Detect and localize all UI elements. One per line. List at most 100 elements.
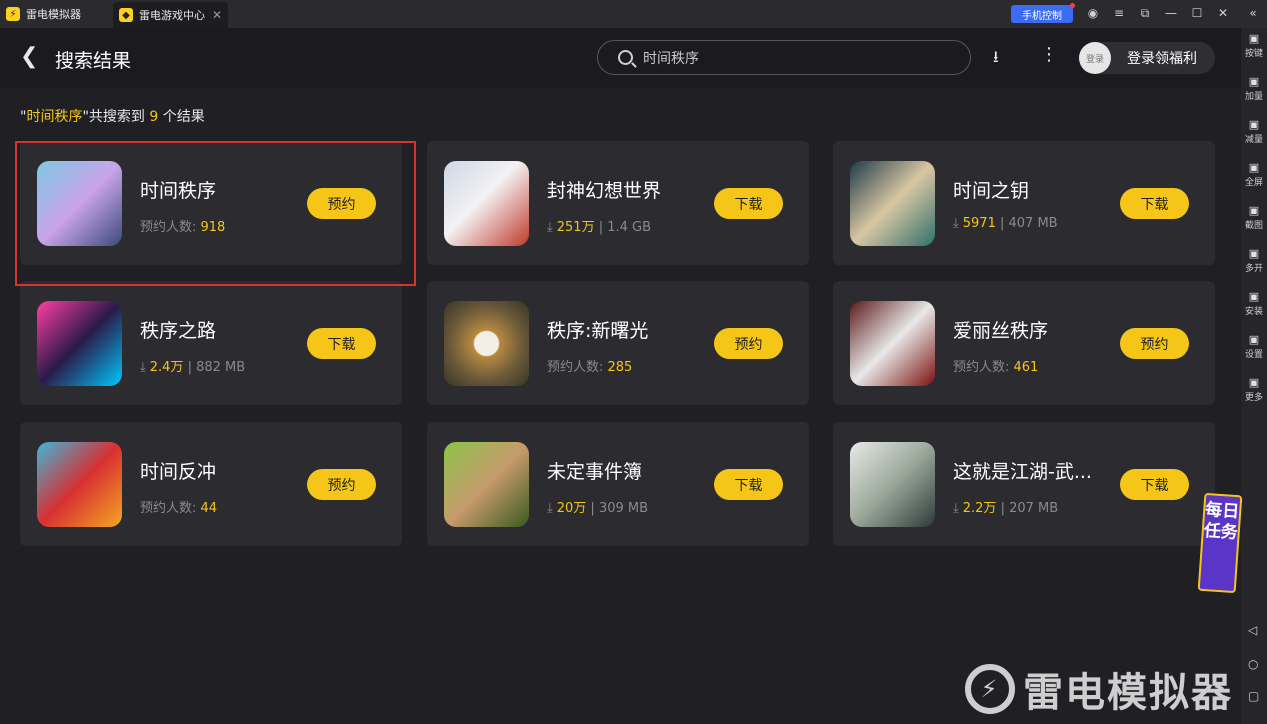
login-button[interactable]: 登录 登录领福利: [1079, 42, 1215, 74]
file-size: 1.4 GB: [607, 220, 652, 235]
file-size: 309 MB: [598, 501, 649, 516]
game-name: 时间之钥: [953, 180, 1030, 202]
file-size: 407 MB: [1008, 216, 1058, 231]
tab-emulator[interactable]: ⚡ 雷电模拟器: [0, 0, 113, 28]
count-value: 285: [607, 360, 633, 375]
search-value: 时间秩序: [643, 50, 699, 67]
game-name: 爱丽丝秩序: [953, 320, 1049, 342]
game-meta: 预约人数: 285: [547, 356, 632, 375]
game-meta: ⤓ 2.2万 | 207 MB: [953, 497, 1058, 516]
tab-game-center[interactable]: ◆ 雷电游戏中心 ✕: [113, 2, 228, 28]
game-card[interactable]: 未定事件簿 ⤓ 20万 | 309 MB 下载: [427, 422, 809, 546]
game-card[interactable]: 秩序之路 ⤓ 2.4万 | 882 MB 下载: [20, 281, 402, 405]
sidebar-label: 安装: [1244, 307, 1263, 317]
install-icon: ▣: [1248, 290, 1260, 303]
game-card[interactable]: 秩序:新曙光 预约人数: 285 预约: [427, 281, 809, 405]
game-icon[interactable]: [850, 442, 935, 527]
sidebar-label: 减量: [1244, 135, 1263, 145]
tab-label: 雷电游戏中心: [139, 9, 205, 22]
game-icon[interactable]: [444, 301, 529, 386]
sidebar-label: 设置: [1244, 350, 1263, 360]
more-icon[interactable]: ⋮: [1040, 44, 1058, 65]
sidebar-item[interactable]: ▣ 截图: [1241, 204, 1267, 231]
sidebar-item[interactable]: ▣ 设置: [1241, 333, 1267, 360]
game-name: 秩序之路: [140, 320, 217, 342]
collapse-sidebar-icon[interactable]: «: [1245, 6, 1261, 20]
separator: |: [594, 220, 608, 235]
back-icon[interactable]: ❮: [20, 46, 38, 68]
reservation-label: 预约人数:: [547, 360, 608, 375]
selection-highlight: [15, 141, 416, 286]
game-meta: 预约人数: 461: [953, 356, 1038, 375]
result-count: "时间秩序"共搜索到 9 个结果: [20, 109, 205, 125]
game-icon[interactable]: [37, 442, 122, 527]
download-count-icon: ⤓: [953, 216, 959, 231]
game-name: 封神幻想世界: [547, 180, 662, 202]
download-button[interactable]: 下载: [1120, 469, 1189, 500]
search-icon: [618, 50, 633, 65]
game-card[interactable]: 爱丽丝秩序预约人数: 461 预约: [833, 281, 1215, 405]
avatar: 登录: [1079, 42, 1111, 74]
sidebar-item[interactable]: ▣ 全屏: [1241, 161, 1267, 188]
user-icon[interactable]: ◉: [1085, 6, 1101, 20]
game-meta: ⤓ 2.4万 | 882 MB: [140, 356, 245, 375]
reserve-button[interactable]: 预约: [714, 328, 783, 359]
download-button[interactable]: 下载: [307, 328, 376, 359]
reserve-button[interactable]: 预约: [1120, 328, 1189, 359]
sidebar-item[interactable]: ▣ 加量: [1241, 75, 1267, 102]
sidebar-item[interactable]: ▣ 更多: [1241, 376, 1267, 403]
gamepad-icon: ◆: [119, 8, 133, 22]
nav-recent-icon[interactable]: ▢: [1248, 689, 1259, 703]
download-button[interactable]: 下载: [1120, 188, 1189, 219]
game-icon[interactable]: [444, 161, 529, 246]
notification-dot: [1070, 3, 1075, 8]
count-value: 2.2万: [962, 501, 997, 516]
tab-label: 雷电模拟器: [26, 8, 81, 21]
sidebar-item[interactable]: ▣ 按键: [1241, 32, 1267, 59]
minimize-icon[interactable]: —: [1163, 6, 1179, 20]
game-meta: 预约人数: 44: [140, 497, 217, 516]
sidebar-label: 更多: [1244, 393, 1263, 403]
download-button[interactable]: 下载: [714, 469, 783, 500]
volume-down-icon: ▣: [1248, 118, 1260, 131]
sidebar-label: 全屏: [1244, 178, 1263, 188]
download-icon[interactable]: ⭳: [993, 46, 999, 73]
phone-control-button[interactable]: 手机控制: [1011, 3, 1075, 23]
nav-home-icon[interactable]: ○: [1248, 657, 1258, 671]
page-title: 搜索结果: [55, 50, 132, 72]
close-icon[interactable]: ✕: [1215, 6, 1231, 20]
game-card[interactable]: 时间之钥 ⤓ 5971 | 407 MB 下载: [833, 141, 1215, 265]
sidebar-label: 截图: [1244, 221, 1263, 231]
download-count-icon: ⤓: [547, 501, 553, 516]
sidebar-item[interactable]: ▣ 减量: [1241, 118, 1267, 145]
file-size: 882 MB: [196, 360, 246, 375]
reservation-label: 预约人数:: [953, 360, 1014, 375]
game-name: 未定事件簿: [547, 461, 643, 483]
game-meta: ⤓ 20万 | 309 MB: [547, 497, 648, 516]
game-card[interactable]: 时间反冲 预约人数: 44 预约: [20, 422, 402, 546]
header: ❮ 搜索结果 时间秩序 ⭳ ⋮ 登录 登录领福利: [0, 28, 1241, 88]
game-icon[interactable]: [850, 301, 935, 386]
count-value: 2.4万: [149, 360, 184, 375]
reserve-button[interactable]: 预约: [307, 469, 376, 500]
file-size: 207 MB: [1009, 501, 1059, 516]
nav-back-icon[interactable]: ◁: [1248, 623, 1257, 637]
maximize-icon[interactable]: ☐: [1189, 6, 1205, 20]
game-icon[interactable]: [444, 442, 529, 527]
game-icon[interactable]: [37, 301, 122, 386]
sidebar-item[interactable]: ▣ 多开: [1241, 247, 1267, 274]
fullscreen-icon: ▣: [1248, 161, 1260, 174]
download-button[interactable]: 下载: [714, 188, 783, 219]
game-card[interactable]: 这就是江湖-武... ⤓ 2.2万 | 207 MB 下载: [833, 422, 1215, 546]
menu-icon[interactable]: ≡: [1111, 6, 1127, 20]
close-tab-icon[interactable]: ✕: [212, 8, 222, 22]
watermark: ⚡ 雷电模拟器: [965, 660, 1233, 718]
count-value: 5971: [962, 216, 996, 231]
restore-icon[interactable]: ⧉: [1137, 6, 1153, 21]
sidebar-item[interactable]: ▣ 安装: [1241, 290, 1267, 317]
game-card[interactable]: 封神幻想世界 ⤓ 251万 | 1.4 GB 下载: [427, 141, 809, 265]
game-icon[interactable]: [850, 161, 935, 246]
daily-task-banner[interactable]: 每日任务: [1197, 492, 1243, 594]
search-input[interactable]: 时间秩序: [597, 40, 971, 75]
separator: |: [995, 216, 1009, 231]
